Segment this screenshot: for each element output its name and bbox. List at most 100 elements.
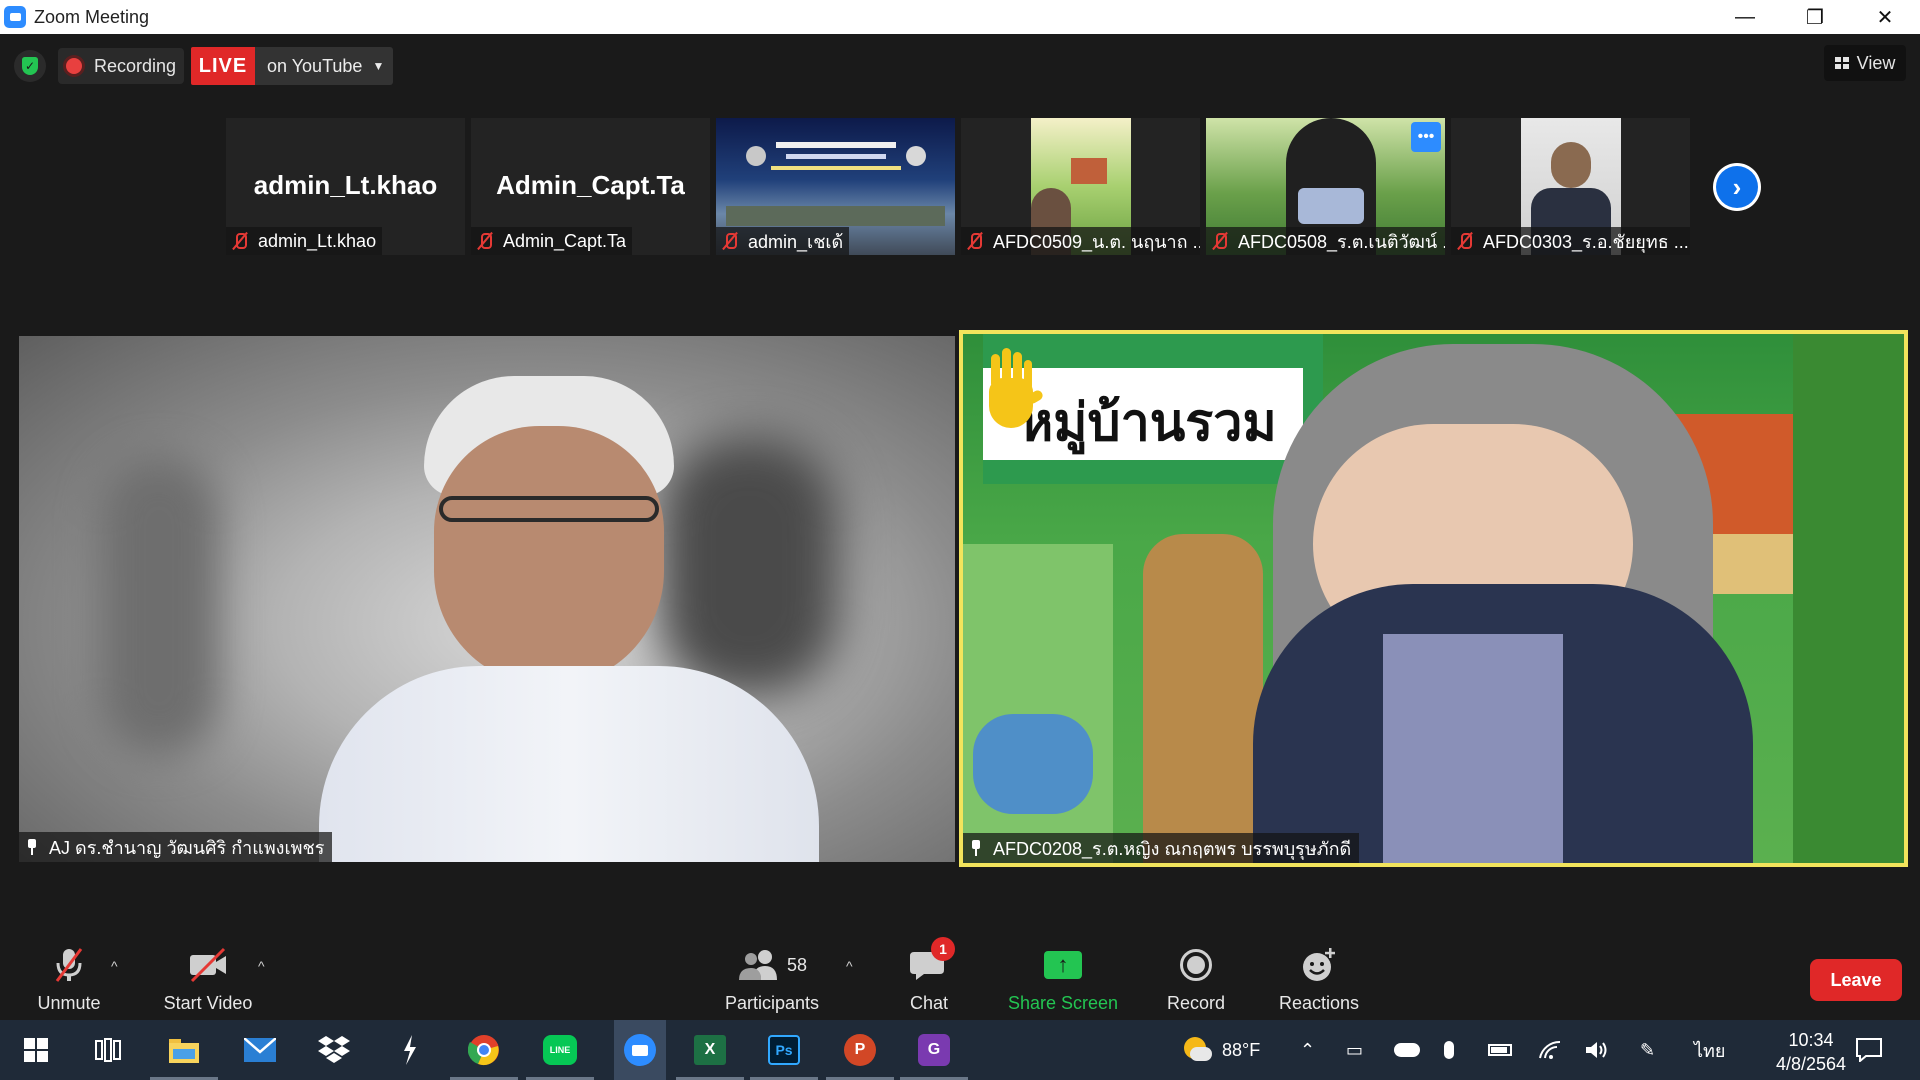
video-off-icon — [186, 945, 230, 985]
record-label: Record — [1166, 993, 1226, 1013]
close-button[interactable]: ✕ — [1850, 0, 1920, 34]
participant-thumbnail[interactable]: AFDC0509_น.ต. นฤนาถ ... — [961, 118, 1200, 255]
participant-caption-text: AFDC0508_ร.ต.เนติวัฒน์ ... — [1238, 231, 1445, 252]
unmute-label: Unmute — [37, 993, 101, 1013]
window-title: Zoom Meeting — [34, 6, 150, 27]
pen-input-icon[interactable]: ✎ — [1640, 1020, 1655, 1080]
mic-muted-icon — [1457, 232, 1473, 250]
participant-thumbnail[interactable]: admin_เชเด้ — [716, 118, 955, 255]
start-video-label: Start Video — [163, 993, 253, 1013]
share-screen-icon: ↑ — [1041, 945, 1085, 985]
more-options-button[interactable]: ••• — [1411, 122, 1441, 152]
chrome-icon[interactable] — [450, 1030, 518, 1080]
volume-speaker-icon[interactable] — [1586, 1020, 1610, 1080]
view-button[interactable]: View — [1824, 45, 1906, 81]
participant-caption-text: AFDC0303_ร.อ.ชัยยุทธ ... — [1483, 231, 1689, 252]
microphone-icon[interactable] — [1444, 1020, 1454, 1080]
pin-icon — [971, 840, 981, 856]
start-video-button[interactable]: Start Video — [158, 938, 258, 1020]
participant-thumbnail[interactable]: AFDC0303_ร.อ.ชัยยุทธ ... — [1451, 118, 1690, 255]
participant-caption-text: Admin_Capt.Ta — [503, 230, 627, 251]
live-badge: LIVE — [191, 47, 255, 85]
share-screen-button[interactable]: ↑ Share Screen — [1006, 938, 1120, 1020]
view-label: View — [1856, 52, 1896, 73]
excel-icon[interactable]: X — [676, 1030, 744, 1080]
weather-widget[interactable]: 88°F — [1182, 1020, 1260, 1080]
reactions-label: Reactions — [1278, 993, 1360, 1013]
chat-button[interactable]: 1 Chat — [900, 937, 958, 1020]
security-shield-icon[interactable]: ✓ — [14, 50, 46, 82]
dropbox-icon[interactable] — [314, 1030, 354, 1070]
zoom-taskbar-icon[interactable] — [614, 1020, 666, 1080]
participants-count: 58 — [786, 954, 808, 975]
participant-thumbnail[interactable]: admin_Lt.khao admin_Lt.khao — [226, 118, 465, 255]
mic-muted-icon — [477, 232, 493, 250]
leave-button[interactable]: Leave — [1810, 959, 1902, 1001]
mail-icon[interactable] — [240, 1030, 280, 1070]
participant-caption: admin_Lt.khao — [226, 227, 383, 255]
reactions-button[interactable]: Reactions — [1274, 938, 1364, 1020]
participant-name: AFDC0208_ร.ต.หญิง ณกฤตพร บรรพบุรุษภักดี — [993, 838, 1352, 859]
participant-caption: AFDC0508_ร.ต.เนติวัฒน์ ... — [1206, 227, 1445, 255]
meet-now-icon[interactable]: ▭ — [1346, 1020, 1363, 1080]
virtual-background-feed: หมู่บ้านรวม — [963, 334, 1904, 863]
recording-indicator[interactable]: Recording — [58, 48, 185, 84]
onedrive-cloud-icon[interactable] — [1394, 1020, 1420, 1080]
video-options-caret-icon[interactable]: ^ — [258, 958, 265, 974]
recording-label: Recording — [94, 55, 177, 76]
participant-thumbnail-strip: admin_Lt.khao admin_Lt.khao Admin_Capt.T… — [226, 118, 1690, 255]
task-view-icon[interactable] — [88, 1030, 128, 1070]
zoom-meeting-window: Zoom Meeting — ❐ ✕ ✓ Recording LIVE on Y… — [0, 0, 1920, 1080]
participant-name-label: AJ ดร.ชำนาญ วัฒนศิริ กำแพงเพชร — [19, 832, 333, 862]
next-page-button[interactable]: › — [1713, 163, 1761, 211]
meeting-status-bar: ✓ Recording LIVE on YouTube ▼ View — [0, 34, 1920, 94]
participants-label: Participants — [724, 993, 820, 1013]
app-lightning-icon[interactable] — [390, 1030, 430, 1070]
wifi-icon[interactable] — [1538, 1020, 1562, 1080]
participants-button[interactable]: 58 Participants — [716, 938, 828, 1020]
live-stream-dropdown[interactable]: on YouTube ▼ — [255, 47, 393, 85]
battery-icon[interactable] — [1488, 1020, 1512, 1080]
mic-muted-icon — [967, 232, 983, 250]
participant-thumbnail[interactable]: ••• AFDC0508_ร.ต.เนติวัฒน์ ... — [1206, 118, 1445, 255]
maximize-button[interactable]: ❐ — [1780, 0, 1850, 34]
participant-name: AJ ดร.ชำนาญ วัฒนศิริ กำแพงเพชร — [49, 837, 325, 858]
title-bar: Zoom Meeting — ❐ ✕ — [0, 0, 1920, 34]
pdf-app-icon[interactable]: G — [900, 1030, 968, 1080]
unmute-button[interactable]: Unmute — [28, 938, 110, 1020]
weather-temperature: 88°F — [1222, 1039, 1261, 1060]
powerpoint-icon[interactable]: P — [826, 1030, 894, 1080]
chat-label: Chat — [909, 993, 949, 1013]
windows-start-icon[interactable] — [16, 1030, 56, 1070]
mic-muted-icon — [722, 232, 738, 250]
participant-caption: Admin_Capt.Ta — [471, 227, 633, 255]
share-screen-label: Share Screen — [1007, 993, 1119, 1013]
participant-video-feed — [19, 336, 955, 862]
participants-options-caret-icon[interactable]: ^ — [846, 958, 853, 974]
file-explorer-icon[interactable] — [150, 1030, 218, 1080]
participant-caption: admin_เชเด้ — [716, 227, 850, 255]
notification-center-icon[interactable] — [1856, 1020, 1882, 1080]
participant-name-label: AFDC0208_ร.ต.หญิง ณกฤตพร บรรพบุรุษภักดี — [963, 833, 1360, 863]
line-app-icon[interactable]: LINE — [526, 1030, 594, 1080]
participant-display-name: admin_Lt.khao — [253, 170, 438, 200]
input-language-label[interactable]: ไทย — [1694, 1020, 1725, 1080]
show-hidden-icons-chevron-icon[interactable]: ⌃ — [1300, 1020, 1315, 1080]
meeting-controls-toolbar: Unmute ^ Start Video ^ 58 Participants ^… — [0, 937, 1920, 1020]
participant-caption: AFDC0303_ร.อ.ชัยยุทธ ... — [1451, 227, 1690, 255]
chat-icon: 1 — [907, 937, 955, 985]
clock-time: 10:34 — [1788, 1030, 1834, 1050]
participant-video-tile[interactable]: AJ ดร.ชำนาญ วัฒนศิริ กำแพงเพชร — [19, 336, 955, 862]
participant-thumbnail[interactable]: Admin_Capt.Ta Admin_Capt.Ta — [471, 118, 710, 255]
active-speaker-video-tile[interactable]: หมู่บ้านรวม AFDC0208_ร.ต.หญิง ณกฤตพร บรร… — [959, 330, 1908, 867]
record-button[interactable]: Record — [1164, 938, 1228, 1020]
clock-date: 4/8/2564 — [1775, 1054, 1847, 1074]
audio-options-caret-icon[interactable]: ^ — [111, 958, 118, 974]
raised-hand-icon — [981, 348, 1045, 428]
minimize-button[interactable]: — — [1710, 0, 1780, 34]
chevron-right-icon: › — [1716, 166, 1758, 208]
chat-unread-badge: 1 — [931, 937, 955, 961]
window-controls: — ❐ ✕ — [1710, 0, 1920, 34]
taskbar-clock[interactable]: 10:34 4/8/2564 — [1766, 1028, 1856, 1076]
photoshop-icon[interactable]: Ps — [750, 1030, 818, 1080]
